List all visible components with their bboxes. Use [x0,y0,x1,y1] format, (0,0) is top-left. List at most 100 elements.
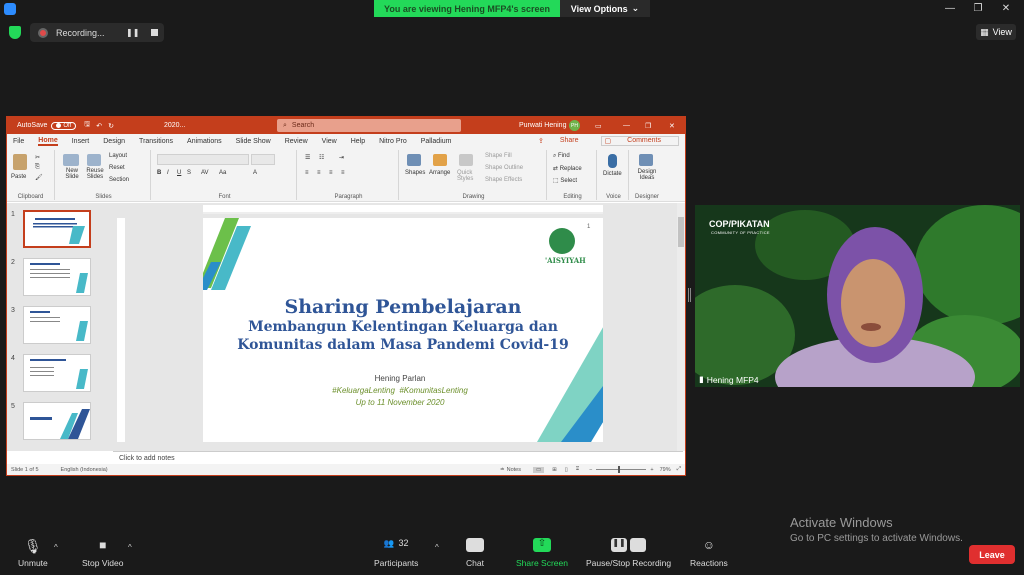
justify-icon[interactable]: ≡ [341,170,345,176]
slide-canvas[interactable]: 1 'AISYIYAH Sharing Pembelajaran Membang… [203,218,603,442]
slide-thumbnail-4[interactable] [23,354,91,392]
design-ideas-label[interactable]: Design Ideas [635,169,659,181]
zoom-level[interactable]: 79% [660,467,671,473]
redo-icon[interactable]: ↻ [108,122,114,130]
tab-view[interactable]: View [322,138,337,145]
indent-icon[interactable]: ⇥ [339,154,344,161]
reactions-button[interactable]: ☺ Reactions [690,538,728,568]
restore-icon[interactable]: ❐ [964,0,992,16]
change-case-icon[interactable]: Aa [219,170,226,176]
close-icon[interactable]: ✕ [992,0,1020,16]
tab-file[interactable]: File [13,138,24,145]
new-slide-icon[interactable] [63,154,79,166]
video-options-chevron-icon[interactable]: ^ [128,543,132,552]
normal-view-icon[interactable]: ▭ [532,466,545,473]
tab-transitions[interactable]: Transitions [139,138,173,145]
numbering-icon[interactable]: ☷ [319,154,324,161]
tab-home[interactable]: Home [38,137,58,146]
slide-sorter-icon[interactable]: ⊞ [552,467,557,473]
char-spacing-icon[interactable]: AV [201,170,209,176]
reading-view-icon[interactable]: ▯ [565,467,568,473]
copy-icon[interactable]: ⎘ [35,164,40,171]
view-options-button[interactable]: View Options ⌄ [560,0,650,17]
align-center-icon[interactable]: ≡ [317,170,321,176]
tab-design[interactable]: Design [103,138,125,145]
font-size-select[interactable] [251,154,275,165]
share-button[interactable]: ⇪ Share [538,137,593,145]
notes-pane[interactable]: Click to add notes [113,451,683,465]
tab-help[interactable]: Help [351,138,365,145]
vertical-scrollbar[interactable] [677,203,685,451]
section-label[interactable]: Section [109,177,129,183]
ribbon-display-icon[interactable]: ▭ [595,122,602,130]
bullets-icon[interactable]: ☰ [305,154,310,161]
shape-effects-label[interactable]: Shape Effects [485,177,522,183]
zoom-slider-thumb[interactable] [618,466,621,473]
font-color-icon[interactable]: A [253,170,257,176]
reuse-slides-icon[interactable] [87,154,101,166]
fit-slide-icon[interactable]: ⤢ [677,466,681,473]
quick-styles-label[interactable]: Quick Styles [457,170,475,182]
layout-label[interactable]: Layout [109,153,127,159]
replace-button[interactable]: ⇄ Replace [553,165,582,172]
microphone-icon[interactable] [608,154,617,168]
encryption-shield-icon[interactable] [9,26,21,39]
paste-label[interactable]: Paste [11,174,26,180]
paste-icon[interactable] [13,154,27,170]
bold-icon[interactable]: B [157,170,161,176]
format-painter-icon[interactable]: 🖌 [35,174,43,181]
comments-button[interactable]: ▢ Comments [600,136,679,146]
notes-button[interactable]: ≐ Notes [500,467,521,473]
participants-button[interactable]: 👥 32 Participants [374,538,418,568]
zoom-out-icon[interactable]: − [589,467,592,473]
slide-thumbnail-1[interactable] [23,210,91,248]
reuse-slides-label[interactable]: Reuse Slides [85,168,105,180]
shape-fill-label[interactable]: Shape Fill [485,153,512,159]
share-screen-button[interactable]: ⇧ Share Screen [516,538,568,568]
audio-options-chevron-icon[interactable]: ^ [54,543,58,552]
arrange-label[interactable]: Arrange [429,170,450,176]
pause-recording-icon[interactable]: ❚❚ [126,28,139,37]
stop-recording-icon[interactable] [151,29,159,36]
align-left-icon[interactable]: ≡ [305,170,309,176]
italic-icon[interactable]: I [167,170,169,176]
stop-video-button[interactable]: ■ Stop Video [82,538,123,568]
reset-label[interactable]: Reset [109,165,125,171]
font-name-select[interactable] [157,154,249,165]
slide-thumbnail-5[interactable] [23,402,91,440]
strikethrough-icon[interactable]: S [187,170,191,176]
select-button[interactable]: ⬚ Select [553,177,577,184]
design-ideas-icon[interactable] [639,154,653,166]
slide-thumbnail-3[interactable] [23,306,91,344]
tab-animations[interactable]: Animations [187,138,222,145]
zoom-in-icon[interactable]: + [650,467,653,473]
minimize-icon[interactable]: — [936,0,964,16]
splitter-handle[interactable] [688,288,691,302]
ppt-minimize-icon[interactable]: — [623,122,630,129]
tab-palladium[interactable]: Palladium [421,138,452,145]
view-button[interactable]: ▦ View [976,24,1016,40]
language[interactable]: English (Indonesia) [61,467,108,473]
align-right-icon[interactable]: ≡ [329,170,333,176]
tab-nitro-pro[interactable]: Nitro Pro [379,138,407,145]
new-slide-label[interactable]: New Slide [63,168,81,180]
undo-icon[interactable]: ↶ [96,122,102,130]
find-button[interactable]: ⌕ Find [553,153,570,160]
zoom-slider[interactable] [596,466,647,473]
cut-icon[interactable]: ✂ [35,154,40,161]
shapes-icon[interactable] [407,154,421,166]
slideshow-icon[interactable]: ⍗ [576,466,579,473]
ppt-close-icon[interactable]: ✕ [669,122,675,130]
unmute-button[interactable]: 🎙 Unmute [18,538,48,568]
quick-styles-icon[interactable] [459,154,473,166]
autosave-toggle[interactable]: Off [51,121,77,130]
save-icon[interactable]: 🖫 [84,120,90,131]
shapes-label[interactable]: Shapes [405,170,425,176]
pause-stop-recording-button[interactable]: ❚❚ Pause/Stop Recording [586,538,671,568]
tab-slide-show[interactable]: Slide Show [236,138,271,145]
ppt-restore-icon[interactable]: ❐ [645,122,651,130]
chat-button[interactable]: Chat [466,538,484,568]
tab-review[interactable]: Review [285,138,308,145]
underline-icon[interactable]: U [177,170,181,176]
arrange-icon[interactable] [433,154,447,166]
